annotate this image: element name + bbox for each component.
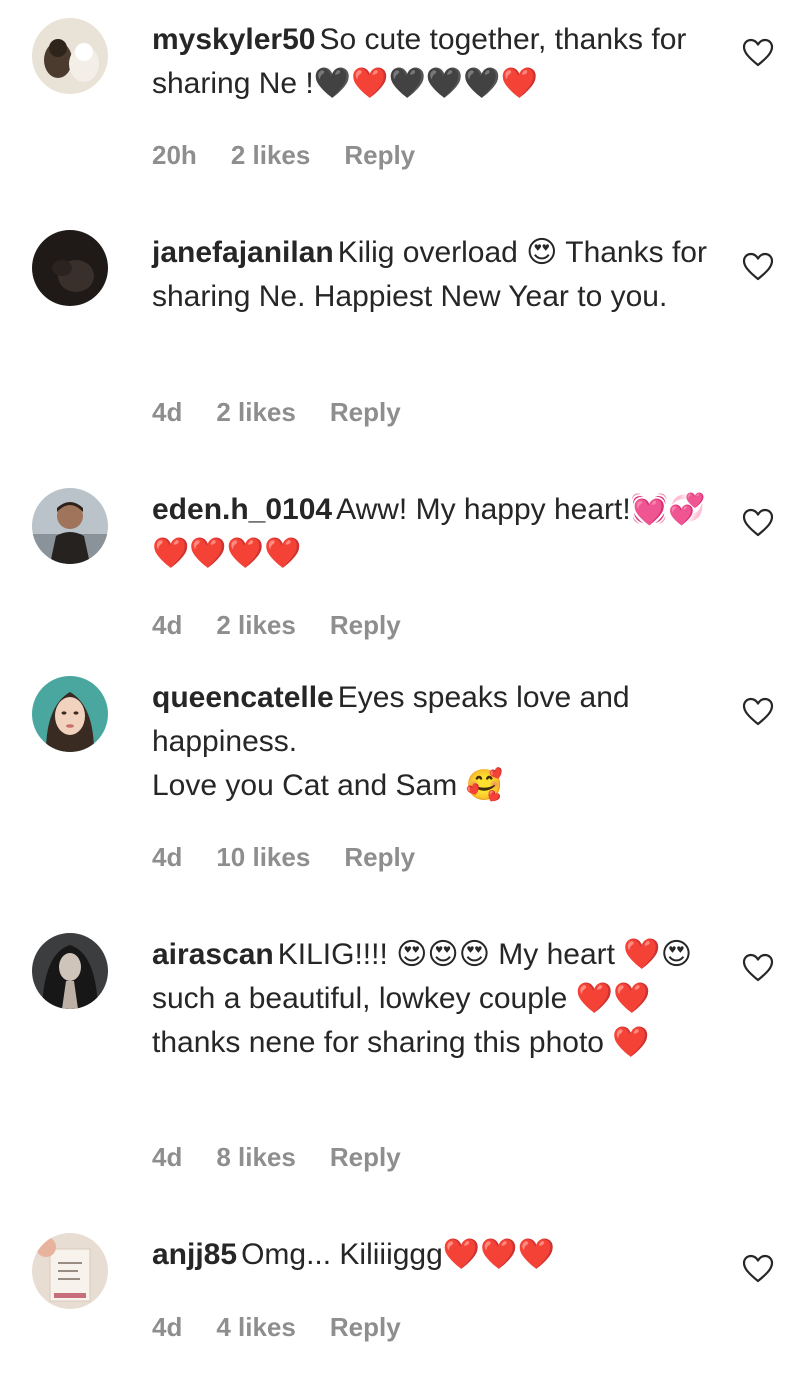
comment-meta: 4d 4 likes Reply bbox=[152, 1312, 401, 1343]
avatar[interactable] bbox=[32, 488, 108, 564]
reply-button[interactable]: Reply bbox=[330, 610, 401, 641]
like-heart-icon[interactable] bbox=[742, 697, 774, 727]
avatar[interactable] bbox=[32, 18, 108, 94]
avatar[interactable] bbox=[32, 676, 108, 752]
reply-button[interactable]: Reply bbox=[330, 397, 401, 428]
comment-text: airascan KILIG!!!! 😍😍😍 My heart ❤️😍 such … bbox=[152, 933, 712, 1065]
comment-meta: 20h 2 likes Reply bbox=[152, 140, 415, 171]
likes-count[interactable]: 2 likes bbox=[231, 140, 311, 171]
likes-count[interactable]: 8 likes bbox=[216, 1142, 296, 1173]
timestamp[interactable]: 4d bbox=[152, 610, 182, 641]
like-heart-icon[interactable] bbox=[742, 1254, 774, 1284]
timestamp[interactable]: 4d bbox=[152, 1312, 182, 1343]
username[interactable]: airascan bbox=[152, 938, 274, 971]
avatar[interactable] bbox=[32, 933, 108, 1009]
timestamp[interactable]: 4d bbox=[152, 1142, 182, 1173]
comment-body: Omg... Kiliiiggg❤️❤️❤️ bbox=[241, 1238, 555, 1271]
comment-meta: 4d 10 likes Reply bbox=[152, 842, 415, 873]
reply-button[interactable]: Reply bbox=[344, 140, 415, 171]
username[interactable]: eden.h_0104 bbox=[152, 493, 332, 526]
reply-button[interactable]: Reply bbox=[330, 1142, 401, 1173]
like-heart-icon[interactable] bbox=[742, 252, 774, 282]
comment-text: eden.h_0104 Aww! My happy heart!💓💞❤️❤️❤️❤… bbox=[152, 488, 712, 576]
username[interactable]: anjj85 bbox=[152, 1238, 237, 1271]
comment-text: myskyler50 So cute together, thanks for s… bbox=[152, 18, 712, 106]
like-heart-icon[interactable] bbox=[742, 508, 774, 538]
username[interactable]: queencatelle bbox=[152, 681, 334, 714]
comment-meta: 4d 2 likes Reply bbox=[152, 610, 401, 641]
comment-text: queencatelle Eyes speaks love and happine… bbox=[152, 676, 712, 808]
likes-count[interactable]: 2 likes bbox=[216, 610, 296, 641]
comment-text: anjj85 Omg... Kiliiiggg❤️❤️❤️ bbox=[152, 1233, 712, 1277]
reply-button[interactable]: Reply bbox=[344, 842, 415, 873]
timestamp[interactable]: 20h bbox=[152, 140, 197, 171]
like-heart-icon[interactable] bbox=[742, 953, 774, 983]
likes-count[interactable]: 10 likes bbox=[216, 842, 310, 873]
avatar[interactable] bbox=[32, 230, 108, 306]
comment-meta: 4d 8 likes Reply bbox=[152, 1142, 401, 1173]
reply-button[interactable]: Reply bbox=[330, 1312, 401, 1343]
likes-count[interactable]: 2 likes bbox=[216, 397, 296, 428]
username[interactable]: myskyler50 bbox=[152, 23, 315, 56]
timestamp[interactable]: 4d bbox=[152, 842, 182, 873]
like-heart-icon[interactable] bbox=[742, 38, 774, 68]
comment-meta: 4d 2 likes Reply bbox=[152, 397, 401, 428]
username[interactable]: janefajanilan bbox=[152, 236, 334, 269]
avatar[interactable] bbox=[32, 1233, 108, 1309]
timestamp[interactable]: 4d bbox=[152, 397, 182, 428]
comment-text: janefajanilan Kilig overload 😍 Thanks for… bbox=[152, 231, 712, 319]
likes-count[interactable]: 4 likes bbox=[216, 1312, 296, 1343]
